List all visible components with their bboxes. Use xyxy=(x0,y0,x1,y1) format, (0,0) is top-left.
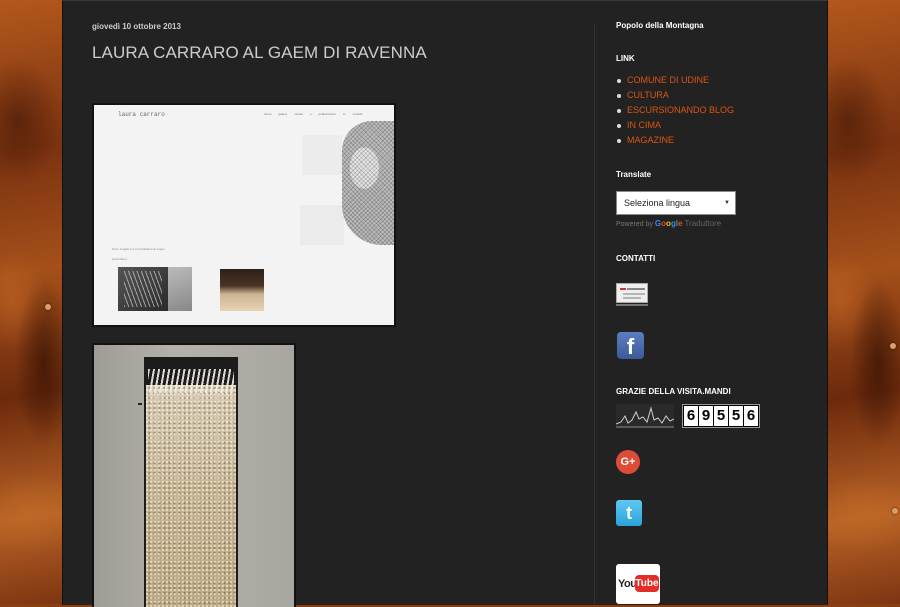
artist-caption: Sono sveglio è il mio fantasma al sogno. xyxy=(112,247,166,251)
google-plus-icon[interactable]: G+ xyxy=(616,450,640,474)
powered-by-google[interactable]: Powered by Google Traduttore xyxy=(616,219,721,228)
column-divider xyxy=(594,23,595,605)
artwork-thumbnail xyxy=(220,269,264,311)
counter-digit: 5 xyxy=(714,406,728,426)
powered-by-text: Powered by xyxy=(616,221,653,228)
counter-digit: 6 xyxy=(684,406,698,426)
blog-title[interactable]: Popolo della Montagna xyxy=(616,21,704,30)
link-item-magazine[interactable]: MAGAZINE xyxy=(616,133,734,148)
artwork-fill xyxy=(146,385,236,607)
youtube-icon[interactable]: You Tube xyxy=(616,564,660,604)
facebook-icon[interactable]: f xyxy=(617,332,644,359)
artist-brand: laura carraro xyxy=(118,111,165,118)
visit-graph-icon xyxy=(616,404,674,428)
twitter-icon[interactable]: t xyxy=(616,500,642,526)
counter-digit: 6 xyxy=(744,406,758,426)
counter-digit: 5 xyxy=(729,406,743,426)
translate-brand: Traduttore xyxy=(684,219,722,228)
counter-digit: 9 xyxy=(699,406,713,426)
rust-background-right xyxy=(826,0,900,604)
language-select[interactable]: Seleziona lingua ▼ xyxy=(616,191,736,215)
link-item-escursionando-blog[interactable]: ESCURSIONANDO BLOG xyxy=(616,103,734,118)
youtube-tube-text: Tube xyxy=(635,575,659,592)
artwork-top-fibers xyxy=(148,369,234,393)
contact-mail-icon[interactable] xyxy=(616,283,648,306)
artwork-texture xyxy=(124,271,162,307)
google-letter: e xyxy=(678,219,683,228)
artist-website-screenshot[interactable]: laura carraro home gallery mostre e pubb… xyxy=(92,103,396,327)
badge-stripe xyxy=(623,293,645,295)
dropdown-arrow-icon: ▼ xyxy=(724,200,730,206)
youtube-you-text: You xyxy=(618,578,637,590)
artwork-thumbnail xyxy=(168,267,192,311)
link-list: COMUNE DI UDINE CULTURA ESCURSIONANDO BL… xyxy=(616,73,734,148)
post-title[interactable]: LAURA CARRARO AL GAEM DI RAVENNA xyxy=(92,43,427,63)
grazie-heading: GRAZIE DELLA VISITA.MANDI xyxy=(616,387,731,396)
language-select-value: Seleziona lingua xyxy=(624,198,691,208)
artwork-mark xyxy=(138,403,142,405)
link-item-comune-di-udine[interactable]: COMUNE DI UDINE xyxy=(616,73,734,88)
artwork-photo[interactable] xyxy=(92,343,296,607)
faded-shape xyxy=(300,205,344,245)
artist-nav: home gallery mostre e pubblicazioni cv c… xyxy=(264,112,362,116)
visit-counter: 6 9 5 5 6 xyxy=(682,404,760,428)
artist-nav-item: mostre e pubblicazioni xyxy=(294,112,336,116)
portrait-drawing xyxy=(342,121,394,245)
translate-heading: Translate xyxy=(616,170,652,179)
rivet xyxy=(45,304,51,310)
artist-nav-item: cv xyxy=(342,112,346,116)
badge-stripe xyxy=(623,297,641,299)
artist-nav-item: contatti xyxy=(352,112,363,116)
post-date: giovedì 10 ottobre 2013 xyxy=(92,22,181,31)
google-logo: Google xyxy=(655,219,683,228)
badge-stripe xyxy=(627,288,645,290)
rivet xyxy=(892,508,898,514)
faded-shape xyxy=(302,135,342,175)
rivet xyxy=(890,343,896,349)
badge-stripe xyxy=(620,288,626,290)
artist-nav-item: gallery xyxy=(278,112,288,116)
badge-underline xyxy=(616,304,648,306)
link-item-cultura[interactable]: CULTURA xyxy=(616,88,734,103)
link-item-in-cima[interactable]: IN CIMA xyxy=(616,118,734,133)
contatti-heading: CONTATTI xyxy=(616,254,656,263)
rust-background-left xyxy=(0,0,62,604)
link-heading: LINK xyxy=(616,54,635,63)
artist-caption-2: work about xyxy=(112,257,127,261)
artist-nav-item: home xyxy=(264,112,272,116)
